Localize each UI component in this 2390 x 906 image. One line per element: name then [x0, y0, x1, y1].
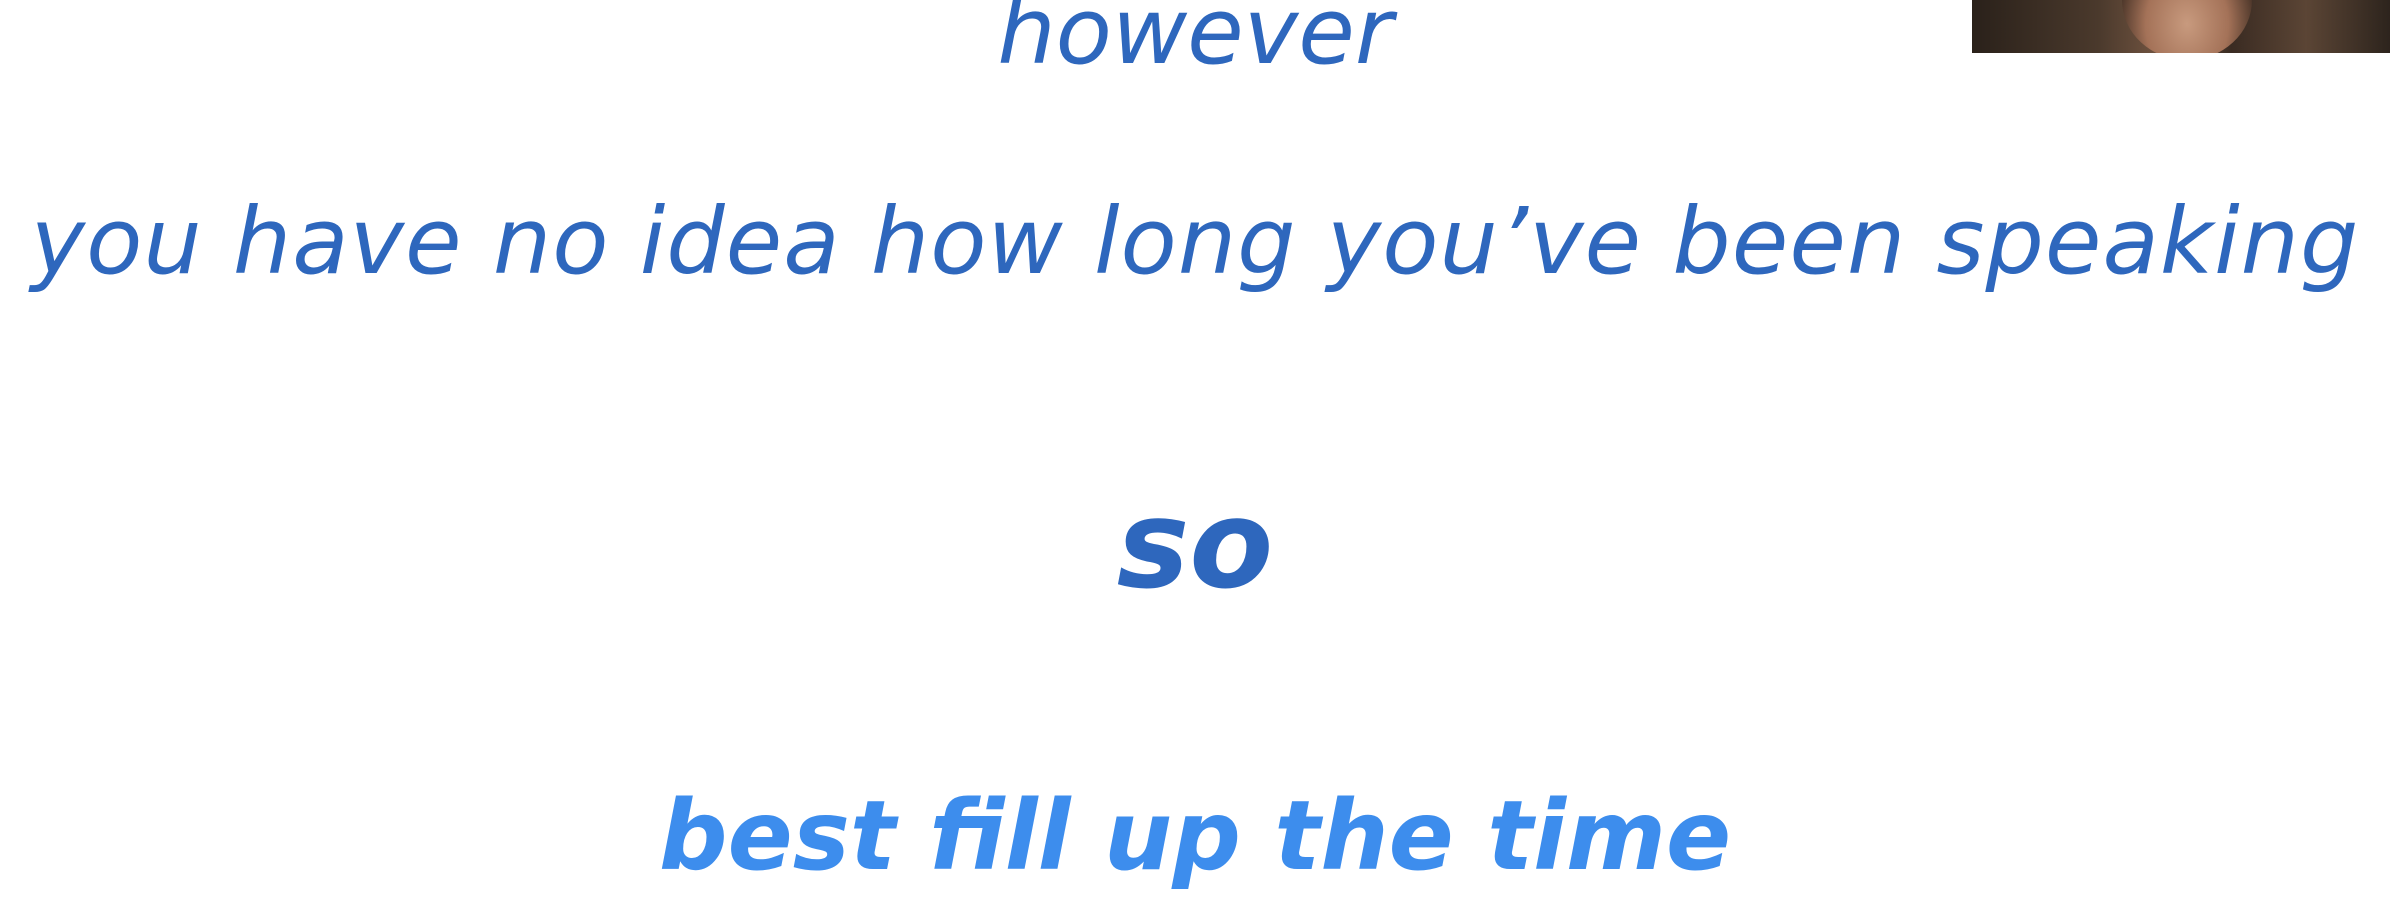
presenter-webcam-thumbnail: [1972, 0, 2390, 53]
presenter-face: [2122, 0, 2252, 53]
presentation-slide: however you have no idea how long you’ve…: [0, 0, 2390, 906]
slide-line-so: so: [1116, 474, 1274, 616]
slide-line-fill-time: best fill up the time: [658, 780, 1732, 892]
slide-line-speaking: you have no idea how long you’ve been sp…: [30, 188, 2360, 295]
